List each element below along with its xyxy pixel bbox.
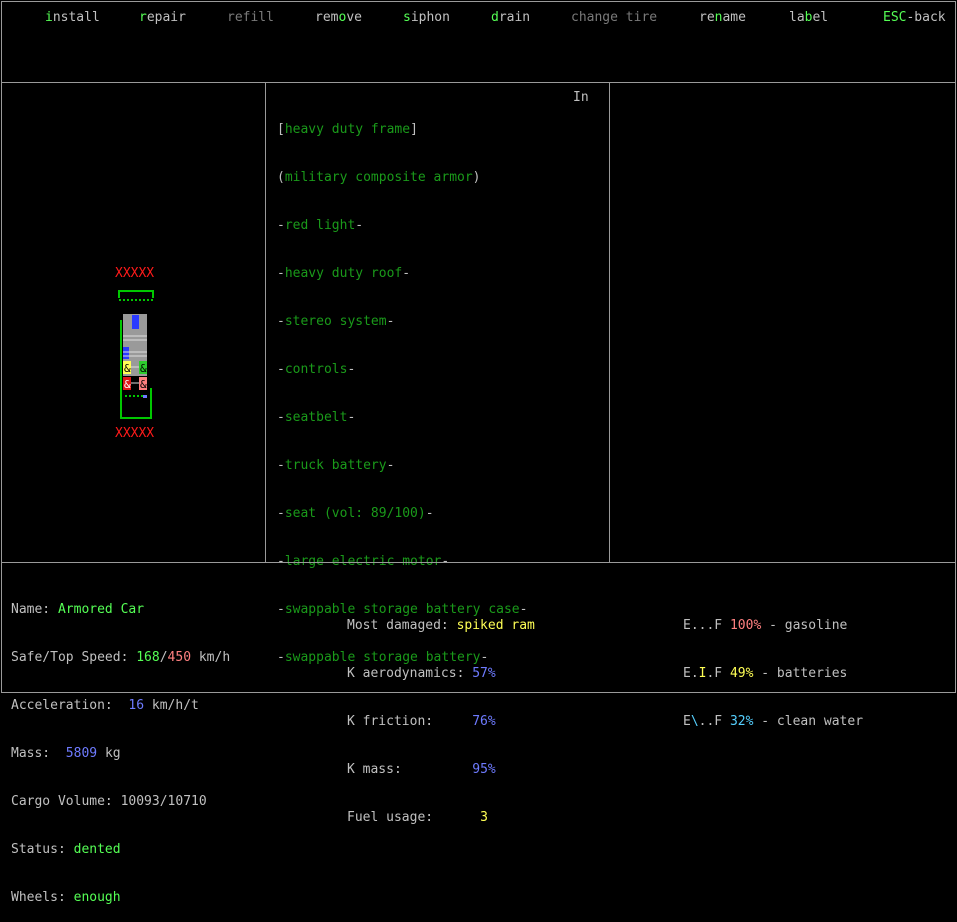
part-item[interactable]: -heavy duty roof- <box>277 266 527 282</box>
stat-cargo: Cargo Volume: 10093/10710 <box>11 794 207 809</box>
vehicle-top-marker: XXXXX <box>115 266 155 281</box>
parts-indicator: In <box>573 90 589 105</box>
menu-label[interactable]: label <box>789 10 828 26</box>
stat-acceleration: Acceleration: 16 km/h/t <box>11 698 199 713</box>
menu-siphon[interactable]: siphon <box>403 10 450 26</box>
stat-speed: Safe/Top Speed: 168/450 km/h <box>11 650 231 665</box>
k-mass: K mass: 95% <box>347 762 496 777</box>
menu-repair[interactable]: repair <box>139 10 186 26</box>
part-item[interactable]: -seatbelt- <box>277 410 527 426</box>
damage-stats: Most damaged: spiked ram K aerodynamics:… <box>347 586 535 842</box>
stat-wheels: Wheels: enough <box>11 890 121 905</box>
menu-remove[interactable]: remove <box>315 10 362 26</box>
part-selected[interactable]: [heavy duty frame] <box>277 122 527 138</box>
fuel-gauge-clean-water: E\..F 32% - clean water <box>683 714 864 729</box>
most-damaged: Most damaged: spiked ram <box>347 618 535 633</box>
stat-mass: Mass: 5809 kg <box>11 746 121 761</box>
fuel-gauge-batteries: E.I.F 49% - batteries <box>683 666 848 681</box>
menu-change-tire[interactable]: change tire <box>571 10 657 26</box>
menu-refill[interactable]: refill <box>227 10 274 26</box>
fuel-gauges: E...F 100% - gasoline E.I.F 49% - batter… <box>683 586 863 746</box>
svg-text:&: & <box>140 362 147 375</box>
part-item[interactable]: -controls- <box>277 362 527 378</box>
vehicle-bottom-marker: XXXXX <box>115 426 155 441</box>
vehicle-stats: Name: Armored Car Safe/Top Speed: 168/45… <box>11 570 230 922</box>
menu-install[interactable]: install <box>45 10 100 26</box>
k-friction: K friction: 76% <box>347 714 496 729</box>
vehicle-map-glyphs: & & & & <box>118 290 154 419</box>
part-item[interactable]: -truck battery- <box>277 458 527 474</box>
part-item[interactable]: -seat (vol: 89/100)- <box>277 506 527 522</box>
fuel-gauge-gasoline: E...F 100% - gasoline <box>683 618 848 633</box>
part-item[interactable]: -stereo system- <box>277 314 527 330</box>
menu-esc-back[interactable]: ESC-back <box>883 10 946 26</box>
svg-text:&: & <box>124 378 131 391</box>
menu-rename[interactable]: rename <box>699 10 746 26</box>
part-item[interactable]: -red light- <box>277 218 527 234</box>
part-armor[interactable]: (military composite armor) <box>277 170 527 186</box>
menu-drain[interactable]: drain <box>491 10 530 26</box>
svg-text:&: & <box>124 362 131 375</box>
vehicle-map[interactable]: & & & & <box>115 288 157 420</box>
fuel-usage: Fuel usage: 3 <box>347 810 488 825</box>
k-aerodynamics: K aerodynamics: 57% <box>347 666 496 681</box>
stat-status: Status: dented <box>11 842 121 857</box>
detail-panel <box>609 82 956 563</box>
stat-name: Name: Armored Car <box>11 602 145 617</box>
svg-text:&: & <box>140 378 147 391</box>
